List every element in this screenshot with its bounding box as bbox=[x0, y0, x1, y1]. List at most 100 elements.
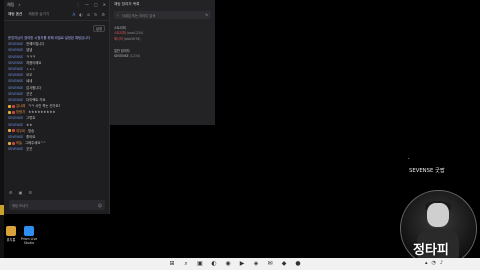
chat-text: 굿굿 bbox=[26, 91, 33, 96]
maximize-icon[interactable]: ▢ bbox=[94, 2, 98, 7]
theme-icon[interactable]: ◐ bbox=[79, 12, 83, 17]
chat-bottom-tools: ⚙ ▣ ☰ bbox=[9, 190, 32, 195]
chat-nickname[interactable]: SEVENSE bbox=[8, 92, 23, 96]
chat-text: ㅋㅋ 사진 찍는 건가요? bbox=[28, 104, 61, 109]
chat-nickname[interactable]: SEVENSE bbox=[8, 73, 23, 77]
taskbar-app-icon[interactable]: ▶ bbox=[238, 260, 246, 268]
tray-icon[interactable]: ♪ bbox=[440, 260, 443, 266]
badge-icon bbox=[12, 110, 15, 114]
chat-text: 네네 bbox=[26, 79, 33, 84]
gear-icon[interactable]: ⚙ bbox=[9, 190, 13, 195]
toolbar-icons: A ◐ ⊘ ↻ ⚙ bbox=[72, 12, 105, 17]
taskbar-app-icon[interactable]: ⊞ bbox=[168, 260, 176, 268]
minimize-icon[interactable]: — bbox=[85, 2, 89, 7]
system-tray: ▴ ◔ ♪ bbox=[425, 260, 443, 266]
chat-nickname[interactable]: SEVENSE bbox=[8, 147, 23, 151]
participant-name: SEVENSE bbox=[114, 54, 129, 58]
emoji-icon[interactable]: ☺ bbox=[98, 203, 102, 208]
chat-nickname[interactable]: SEVENSE bbox=[8, 98, 23, 102]
panel-title: 채팅 참여자 목록 bbox=[114, 2, 140, 6]
chat-nickname[interactable]: 여우비 bbox=[16, 129, 25, 133]
chat-window: 채팅 ⌕ ⋮ — ▢ ✕ 채팅 옵션 채팅창 숨기기 A ◐ ⊘ ↻ ⚙ 설정 … bbox=[4, 0, 110, 214]
recycle-bin-icon bbox=[6, 226, 16, 236]
chat-nickname[interactable]: SEVENSE bbox=[8, 67, 23, 71]
participant-search-input[interactable]: ⌕ 닉네임 또는 아이디 검색 ↻ bbox=[114, 11, 211, 19]
chat-nickname[interactable]: SEVENSE bbox=[8, 79, 23, 83]
chat-nickname[interactable]: 강나래 bbox=[16, 104, 25, 108]
badge-icon bbox=[8, 129, 11, 133]
tray-icon[interactable]: ◔ bbox=[432, 260, 436, 266]
settings-button[interactable]: 설정 bbox=[92, 24, 105, 32]
chat-text: 그렇죠 bbox=[26, 116, 36, 121]
participant-id: (1234) bbox=[129, 54, 141, 58]
chat-nickname[interactable]: SEVENSE bbox=[8, 42, 23, 46]
chat-nickname[interactable]: 하늘 bbox=[16, 141, 22, 145]
badge-icon bbox=[12, 129, 15, 133]
filter-icon[interactable]: ⊘ bbox=[87, 12, 90, 17]
chat-nickname[interactable]: 방랑자 bbox=[16, 110, 25, 114]
chat-titlebar: 채팅 ⌕ ⋮ — ▢ ✕ bbox=[4, 0, 109, 9]
chat-nickname[interactable]: SEVENSE bbox=[8, 61, 23, 65]
avatar-face bbox=[427, 203, 449, 227]
participant-name: 스트리머 bbox=[114, 31, 126, 35]
streamer-sign: 정타피 bbox=[413, 243, 449, 258]
chat-title: 채팅 bbox=[7, 1, 15, 7]
chat-text: 오오 bbox=[26, 73, 33, 78]
sticker-icon[interactable]: ☰ bbox=[28, 190, 32, 195]
chat-nickname[interactable]: SEVENSE bbox=[8, 116, 23, 120]
chat-nickname[interactable]: SEVENSE bbox=[8, 48, 23, 52]
chat-nickname[interactable]: SEVENSE bbox=[8, 123, 23, 127]
close-icon[interactable]: ✕ bbox=[103, 2, 106, 7]
participant-row[interactable]: SEVENSE (1234) bbox=[110, 53, 215, 59]
chat-nickname[interactable]: SEVENSE bbox=[8, 55, 23, 59]
refresh-icon[interactable]: ↻ bbox=[94, 12, 97, 17]
gift-icon[interactable]: ▣ bbox=[19, 190, 23, 195]
taskbar-app-icon[interactable]: ◐ bbox=[210, 260, 218, 268]
chat-message-list: 운영자님이 참여한 시청자를 위해 비밀로 설정된 채팅입니다 SEVENSE 전해… bbox=[4, 35, 109, 153]
badge-icon bbox=[8, 110, 11, 114]
gear-icon[interactable]: ⚙ bbox=[101, 12, 105, 17]
streamer-avatar: 정타피 bbox=[400, 190, 477, 267]
chat-text: 운영자님이 참여한 시청자를 위해 비밀로 설정된 채팅입니다 bbox=[8, 36, 91, 40]
participant-search-placeholder: 닉네임 또는 아이디 검색 bbox=[121, 13, 156, 18]
participant-id: (aaa1234) bbox=[126, 31, 144, 35]
refresh-icon[interactable]: ↻ bbox=[205, 13, 208, 17]
chat-text: ㅎㅎ bbox=[26, 122, 33, 127]
badge-icon bbox=[8, 104, 11, 108]
chat-toolbar: 채팅 옵션 채팅창 숨기기 A ◐ ⊘ ↻ ⚙ bbox=[4, 9, 109, 21]
tab-chat-options[interactable]: 채팅 옵션 bbox=[8, 12, 22, 17]
taskbar: ⊞ ⌕ ▣ ◐ ◉ ▶ ◈ ✉ ◆ ● ▴ ◔ ♪ bbox=[0, 258, 480, 270]
chat-text: 굿굿 bbox=[26, 147, 33, 152]
desktop-icon-prism[interactable]: Prism Live Studio bbox=[18, 226, 40, 245]
chat-text: ㅅㅅㅅ bbox=[26, 66, 36, 71]
desktop-icon-label: Prism Live Studio bbox=[20, 237, 38, 245]
chat-text: 그래주세요^^ bbox=[25, 141, 46, 146]
taskbar-app-icon[interactable]: ● bbox=[294, 260, 302, 268]
taskbar-app-icon[interactable]: ⌕ bbox=[182, 260, 190, 268]
more-icon[interactable]: ⋮ bbox=[76, 2, 80, 7]
participant-row[interactable]: 매니저 (bbb5678) bbox=[110, 36, 215, 42]
chat-input-placeholder: 채팅 보내기 bbox=[12, 203, 29, 208]
chat-nickname[interactable]: SEVENSE bbox=[8, 86, 23, 90]
chat-text: 좋아요 bbox=[26, 135, 36, 139]
taskbar-app-icon[interactable]: ◉ bbox=[224, 260, 232, 268]
tray-icon[interactable]: ▴ bbox=[425, 260, 428, 266]
search-icon[interactable]: ⌕ bbox=[18, 2, 20, 7]
taskbar-app-icon[interactable]: ▣ bbox=[196, 260, 204, 268]
font-icon[interactable]: A bbox=[72, 12, 75, 17]
chat-text: 넵넵 bbox=[26, 48, 33, 53]
taskbar-app-icon[interactable]: ◈ bbox=[252, 260, 260, 268]
chat-text: 다이렉트 가요 bbox=[26, 97, 46, 102]
prism-app-icon bbox=[24, 226, 34, 236]
tab-hide-chat[interactable]: 채팅창 숨기기 bbox=[28, 12, 49, 17]
chat-text: 방송 bbox=[28, 128, 35, 133]
chat-text: ㅎㅎㅎㅎㅎㅎㅎㅎㅎ bbox=[28, 110, 56, 115]
window-controls: ⋮ — ▢ ✕ bbox=[76, 2, 106, 7]
chat-input[interactable]: 채팅 보내기 ☺ bbox=[9, 200, 105, 210]
streamer-ad-text: SEVENSE 굿팝 bbox=[409, 168, 445, 174]
taskbar-app-icon[interactable]: ✉ bbox=[266, 260, 274, 268]
chat-nickname[interactable]: SEVENSE bbox=[8, 135, 23, 139]
taskbar-app-icon[interactable]: ◆ bbox=[280, 260, 288, 268]
chevron-down-icon: ⌄ bbox=[407, 155, 411, 160]
chat-message: SEVENSE 굿굿 bbox=[4, 146, 109, 152]
